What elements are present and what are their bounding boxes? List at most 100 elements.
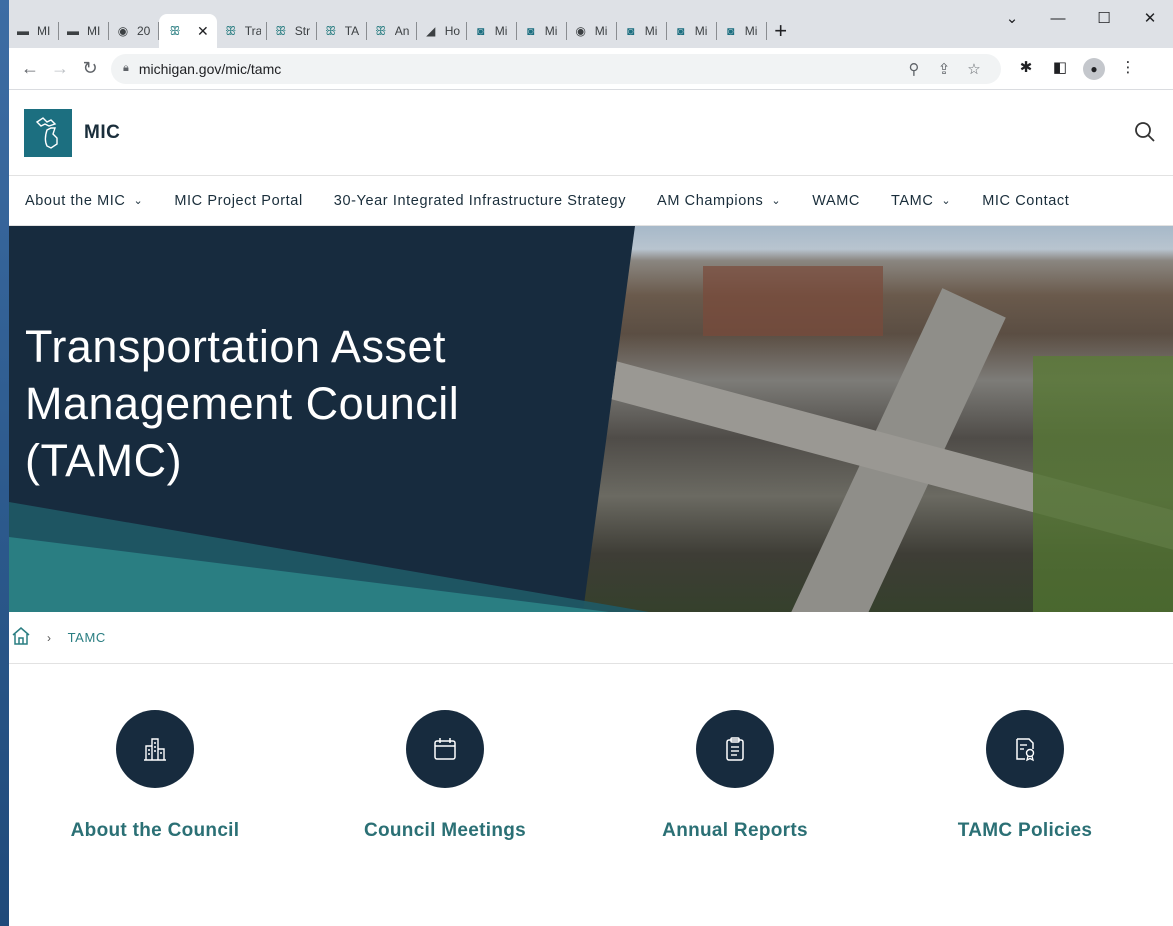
hero-accent-shape <box>9 502 649 612</box>
globe-icon: ◉ <box>575 24 586 38</box>
page-title-line: (TAMC) <box>25 435 183 486</box>
address-bar[interactable]: 🔒︎ michigan.gov/mic/tamc ⚲ ⇪ ☆ <box>111 53 1001 84</box>
browser-tab-active[interactable]: ꕥ ✕ <box>159 14 217 48</box>
extension-icons: ✱ ◧ ● ⋮ <box>1009 57 1145 80</box>
site-header: MIC <box>9 90 1173 176</box>
card-label[interactable]: TAMC Policies <box>895 820 1155 842</box>
home-icon[interactable] <box>11 627 31 648</box>
reload-button[interactable]: ↻ <box>75 54 105 84</box>
mi-state-icon: ◙ <box>527 24 535 38</box>
lock-icon[interactable]: 🔒︎ <box>123 62 129 75</box>
clipboard-icon <box>696 710 774 788</box>
tab-title: TA <box>344 24 360 38</box>
minimize-button[interactable]: — <box>1035 0 1081 36</box>
nav-mic-contact[interactable]: MIC Contact <box>982 193 1069 209</box>
url-text[interactable]: michigan.gov/mic/tamc <box>139 61 899 77</box>
nav-am-champions[interactable]: AM Champions ⌄ <box>657 193 781 209</box>
tab-title: Mi <box>494 24 508 38</box>
nav-label: MIC Project Portal <box>174 192 303 209</box>
nav-about-the-mic[interactable]: About the MIC ⌄ <box>25 193 143 209</box>
browser-tab[interactable]: ▬ MI <box>9 14 59 48</box>
mi-state-icon: ◙ <box>477 24 485 38</box>
profile-avatar-icon[interactable]: ● <box>1083 57 1105 80</box>
browser-tab[interactable]: ꕥ Tra <box>217 14 267 48</box>
nav-label: MIC Contact <box>982 192 1070 209</box>
back-button[interactable]: ← <box>15 54 45 84</box>
window-controls: ⌄ — ☐ ✕ <box>989 0 1173 36</box>
tab-title: An <box>394 24 410 38</box>
black-square-icon: ◢ <box>426 24 436 38</box>
tab-title: 20 <box>137 24 151 38</box>
card-tamc-policies[interactable]: TAMC Policies <box>895 710 1155 842</box>
tab-title: Mi <box>644 24 658 38</box>
tab-strip: ▬ MI ▬ MI ◉ 20 ꕥ ✕ ꕥ Tra ꕥ Str ꕥ TA ꕥ An ◢ Ho ◙ Mi… <box>9 0 1173 48</box>
close-tab-icon[interactable]: ✕ <box>197 23 209 40</box>
side-panel-icon[interactable]: ◧ <box>1043 58 1077 80</box>
browser-tab[interactable]: ◙ Mi <box>467 14 517 48</box>
tab-title: MI <box>37 24 51 38</box>
michigan-icon: ꕥ <box>275 23 287 38</box>
card-annual-reports[interactable]: Annual Reports <box>605 710 865 842</box>
main-navigation: About the MIC ⌄ MIC Project Portal 30-Yea… <box>9 176 1173 226</box>
card-label[interactable]: About the Council <box>25 820 285 842</box>
browser-tab[interactable]: ◙ Mi <box>667 14 717 48</box>
hero-banner: Transportation Asset Management Council … <box>9 226 1173 612</box>
buildings-icon <box>116 710 194 788</box>
nav-30-year-strategy[interactable]: 30-Year Integrated Infrastructure Strate… <box>334 193 626 209</box>
tab-search-icon[interactable]: ⌄ <box>989 0 1035 36</box>
nav-label: 30-Year Integrated Infrastructure Strate… <box>333 192 627 209</box>
breadcrumb: › TAMC <box>9 612 1173 664</box>
chevron-down-icon: ⌄ <box>941 195 952 207</box>
browser-tab[interactable]: ꕥ TA <box>317 14 367 48</box>
chevron-down-icon: ⌄ <box>771 195 782 207</box>
page-title-line: Transportation Asset <box>25 321 447 372</box>
michigan-icon: ꕥ <box>325 23 337 38</box>
close-window-button[interactable]: ✕ <box>1127 0 1173 36</box>
card-about-the-council[interactable]: About the Council <box>25 710 285 842</box>
nav-label: AM Champions <box>657 192 764 209</box>
nav-tamc[interactable]: TAMC ⌄ <box>891 193 951 209</box>
michigan-icon: ꕥ <box>225 23 237 38</box>
tab-title: Ho <box>444 24 461 38</box>
browser-tab[interactable]: ◢ Ho <box>417 14 467 48</box>
breadcrumb-current: TAMC <box>67 630 106 645</box>
card-council-meetings[interactable]: Council Meetings <box>315 710 575 842</box>
tab-title: Mi <box>694 24 708 38</box>
calendar-icon <box>406 710 484 788</box>
nav-mic-project-portal[interactable]: MIC Project Portal <box>174 193 302 209</box>
browser-tab[interactable]: ◉ 20 <box>109 14 159 48</box>
nav-wamc[interactable]: WAMC <box>812 193 860 209</box>
michigan-logo-icon[interactable] <box>24 108 72 157</box>
site-name[interactable]: MIC <box>84 122 120 144</box>
michigan-icon: ꕥ <box>169 23 181 38</box>
extensions-puzzle-icon[interactable]: ✱ <box>1009 58 1043 80</box>
browser-tab[interactable]: ꕥ An <box>367 14 417 48</box>
forward-button[interactable]: → <box>45 54 75 84</box>
maximize-button[interactable]: ☐ <box>1081 0 1127 36</box>
menu-kebab-icon[interactable]: ⋮ <box>1111 58 1145 80</box>
chevron-down-icon: ⌄ <box>133 195 144 207</box>
michigan-icon: ꕥ <box>375 23 387 38</box>
chevron-right-icon: › <box>47 630 52 645</box>
card-label[interactable]: Council Meetings <box>315 820 575 842</box>
tab-title: MI <box>87 24 101 38</box>
tab-title: Tra <box>244 24 261 38</box>
nav-label: About the MIC <box>25 192 126 209</box>
browser-tab[interactable]: ◙ Mi <box>617 14 667 48</box>
browser-tab[interactable]: ◉ Mi <box>567 14 617 48</box>
tab-title: Mi <box>744 24 758 38</box>
card-label[interactable]: Annual Reports <box>605 820 865 842</box>
browser-tab[interactable]: ◙ Mi <box>717 14 767 48</box>
tab-title: Str <box>294 24 311 38</box>
mi-state-icon: ◙ <box>627 24 635 38</box>
browser-tab[interactable]: ▬ MI <box>59 14 109 48</box>
share-icon[interactable]: ⇪ <box>929 60 959 78</box>
quick-links: About the Council Council Meetings Annua… <box>9 664 1173 926</box>
bookmark-star-icon[interactable]: ☆ <box>959 60 989 78</box>
zoom-icon[interactable]: ⚲ <box>899 60 929 78</box>
mi-flag-icon: ▬ <box>17 24 29 38</box>
new-tab-button[interactable]: + <box>767 14 795 48</box>
search-icon[interactable] <box>1133 120 1157 144</box>
browser-tab[interactable]: ◙ Mi <box>517 14 567 48</box>
browser-tab[interactable]: ꕥ Str <box>267 14 317 48</box>
